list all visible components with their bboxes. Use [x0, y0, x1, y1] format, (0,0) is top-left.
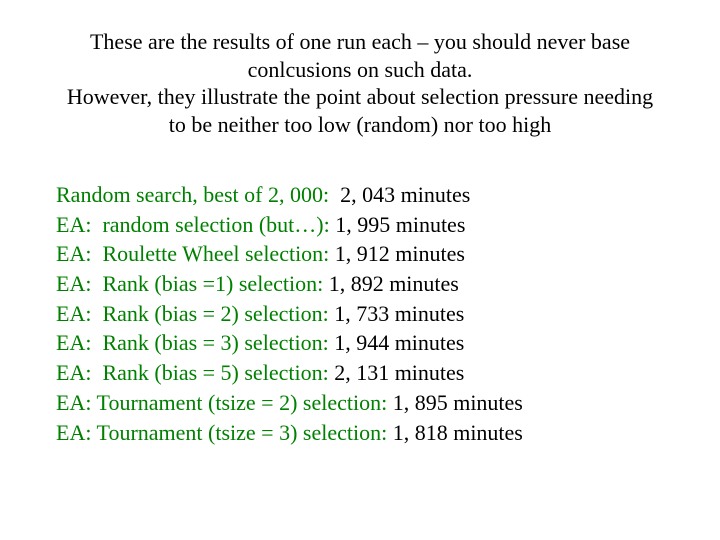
- result-label: EA: Tournament (tsize = 3) selection:: [56, 418, 393, 448]
- header-line-2: However, they illustrate the point about…: [56, 83, 664, 138]
- result-label: EA: Rank (bias =1) selection:: [56, 269, 329, 299]
- result-value: 1, 995 minutes: [335, 210, 465, 240]
- results-list: Random search, best of 2, 000: 2, 043 mi…: [56, 180, 664, 447]
- result-value: 1, 818 minutes: [393, 418, 523, 448]
- result-row: EA: Tournament (tsize = 3) selection: 1,…: [56, 418, 664, 448]
- result-value: 1, 944 minutes: [334, 328, 464, 358]
- result-row: EA: random selection (but…): 1, 995 minu…: [56, 210, 664, 240]
- result-value: 1, 892 minutes: [329, 269, 459, 299]
- result-row: EA: Rank (bias =1) selection: 1, 892 min…: [56, 269, 664, 299]
- result-label: EA: Tournament (tsize = 2) selection:: [56, 388, 393, 418]
- result-label: Random search, best of 2, 000:: [56, 180, 340, 210]
- result-label: EA: random selection (but…):: [56, 210, 335, 240]
- result-row: EA: Roulette Wheel selection: 1, 912 min…: [56, 239, 664, 269]
- result-value: 2, 131 minutes: [334, 358, 464, 388]
- result-value: 1, 912 minutes: [335, 239, 465, 269]
- slide: These are the results of one run each – …: [0, 0, 720, 540]
- header-line-1: These are the results of one run each – …: [56, 28, 664, 83]
- result-label: EA: Rank (bias = 2) selection:: [56, 299, 334, 329]
- result-row: Random search, best of 2, 000: 2, 043 mi…: [56, 180, 664, 210]
- result-row: EA: Rank (bias = 5) selection: 2, 131 mi…: [56, 358, 664, 388]
- result-label: EA: Rank (bias = 5) selection:: [56, 358, 334, 388]
- result-value: 1, 895 minutes: [393, 388, 523, 418]
- result-row: EA: Tournament (tsize = 2) selection: 1,…: [56, 388, 664, 418]
- result-row: EA: Rank (bias = 3) selection: 1, 944 mi…: [56, 328, 664, 358]
- result-value: 1, 733 minutes: [334, 299, 464, 329]
- slide-header: These are the results of one run each – …: [56, 28, 664, 138]
- result-label: EA: Rank (bias = 3) selection:: [56, 328, 334, 358]
- result-label: EA: Roulette Wheel selection:: [56, 239, 335, 269]
- result-value: 2, 043 minutes: [340, 180, 470, 210]
- result-row: EA: Rank (bias = 2) selection: 1, 733 mi…: [56, 299, 664, 329]
